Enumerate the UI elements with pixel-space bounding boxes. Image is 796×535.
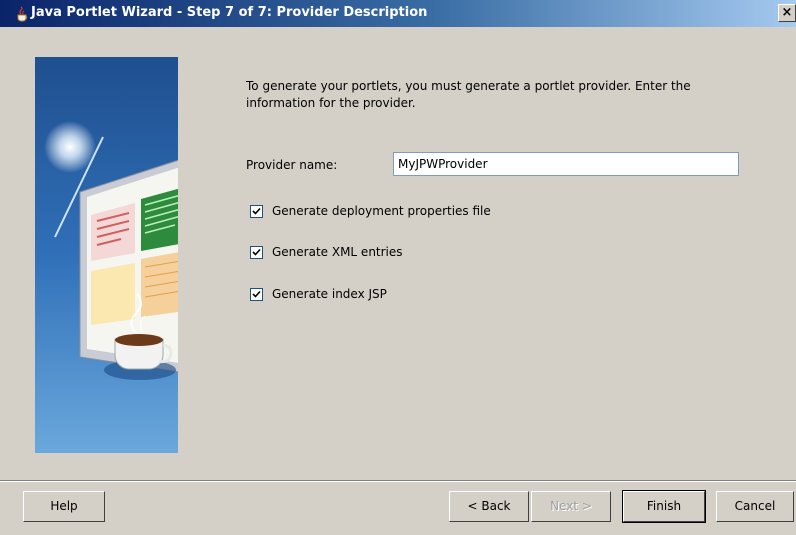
next-button[interactable]: Next > [531,491,611,522]
help-button[interactable]: Help [23,491,105,522]
back-button-label: < Back [467,499,511,513]
checkbox-label: Generate index JSP [272,287,387,301]
checkbox-box[interactable] [250,204,263,218]
index-jsp-checkbox[interactable]: Generate index JSP [250,286,387,302]
checkmark-icon [252,207,261,215]
xml-entries-checkbox[interactable]: Generate XML entries [250,244,403,260]
instruction-text: To generate your portlets, you must gene… [246,79,691,110]
finish-button-label: Finish [646,499,682,513]
provider-name-label: Provider name: [246,158,338,172]
finish-button[interactable]: Finish [622,490,706,523]
next-button-label: Next > [550,499,592,513]
button-separator [0,480,796,482]
help-button-label: Help [50,499,78,513]
deployment-properties-checkbox[interactable]: Generate deployment properties file [250,203,491,219]
cancel-button-label: Cancel [734,499,776,513]
provider-name-input[interactable] [393,152,739,176]
cancel-button[interactable]: Cancel [716,491,794,522]
checkbox-label: Generate XML entries [272,245,403,259]
window-title: Java Portlet Wizard - Step 7 of 7: Provi… [31,5,428,20]
close-button[interactable]: × [778,4,796,22]
checkmark-icon [252,290,261,298]
wizard-illustration [35,57,178,453]
java-cup-icon [17,6,28,22]
checkbox-label: Generate deployment properties file [272,204,491,218]
checkbox-box[interactable] [250,287,263,301]
checkmark-icon [252,248,261,256]
back-button[interactable]: < Back [449,491,529,522]
title-bar: Java Portlet Wizard - Step 7 of 7: Provi… [0,0,796,27]
checkbox-box[interactable] [250,245,263,259]
